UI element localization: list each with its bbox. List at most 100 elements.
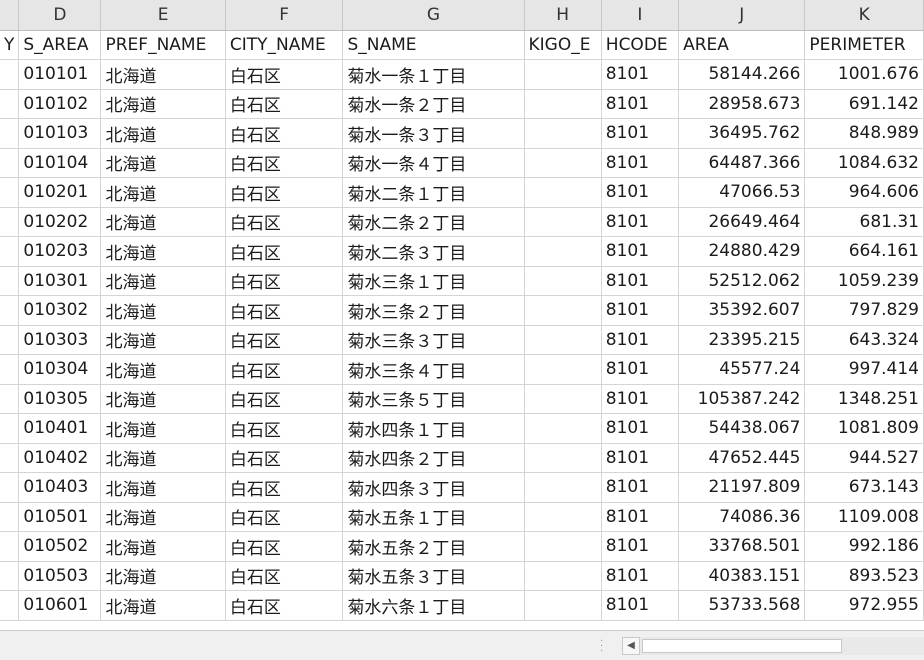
pref-name-cell[interactable]: 北海道 <box>100 384 226 414</box>
column-letter-d[interactable]: D <box>18 0 102 31</box>
pref-name-cell[interactable]: 北海道 <box>100 177 226 208</box>
cell-col-c[interactable] <box>0 59 20 90</box>
pref-name-cell[interactable]: 北海道 <box>100 443 226 473</box>
cell-col-c[interactable] <box>0 236 20 267</box>
area-cell[interactable]: 64487.366 <box>678 148 806 178</box>
column-letter-i[interactable]: I <box>601 0 680 31</box>
hcode-cell[interactable]: 8101 <box>601 207 680 237</box>
header-cell[interactable]: S_NAME <box>342 30 525 60</box>
pref-name-cell[interactable]: 北海道 <box>100 295 226 326</box>
pref-name-cell[interactable]: 北海道 <box>100 207 226 237</box>
cell-col-c[interactable] <box>0 354 20 385</box>
city-name-cell[interactable]: 白石区 <box>225 295 344 326</box>
s-area-cell[interactable]: 010203 <box>18 236 102 267</box>
header-cell[interactable]: CITY_NAME <box>225 30 344 60</box>
kigo-e-cell[interactable] <box>524 59 602 90</box>
kigo-e-cell[interactable] <box>524 354 602 385</box>
kigo-e-cell[interactable] <box>524 207 602 237</box>
hcode-cell[interactable]: 8101 <box>601 354 680 385</box>
s-name-cell[interactable]: 菊水五条３丁目 <box>342 561 525 591</box>
area-cell[interactable]: 47066.53 <box>678 177 806 208</box>
header-cell[interactable]: PREF_NAME <box>100 30 226 60</box>
s-area-cell[interactable]: 010301 <box>18 266 102 296</box>
kigo-e-cell[interactable] <box>524 236 602 267</box>
kigo-e-cell[interactable] <box>524 531 602 562</box>
s-name-cell[interactable]: 菊水三条１丁目 <box>342 266 525 296</box>
area-cell[interactable]: 52512.062 <box>678 266 806 296</box>
hcode-cell[interactable]: 8101 <box>601 118 680 149</box>
cell-col-c[interactable] <box>0 472 20 503</box>
hcode-cell[interactable]: 8101 <box>601 59 680 90</box>
column-letter-g[interactable]: G <box>342 0 525 31</box>
vertical-dots-icon[interactable]: · · · <box>600 637 606 657</box>
scrollbar-track[interactable] <box>640 637 924 655</box>
s-area-cell[interactable]: 010401 <box>18 413 102 444</box>
area-cell[interactable]: 47652.445 <box>678 443 806 473</box>
s-name-cell[interactable]: 菊水二条３丁目 <box>342 236 525 267</box>
cell-col-c[interactable] <box>0 207 20 237</box>
header-cell[interactable]: HCODE <box>601 30 680 60</box>
s-area-cell[interactable]: 010402 <box>18 443 102 473</box>
s-name-cell[interactable]: 菊水三条５丁目 <box>342 384 525 414</box>
cell-col-c[interactable] <box>0 295 20 326</box>
kigo-e-cell[interactable] <box>524 443 602 473</box>
s-name-cell[interactable]: 菊水一条３丁目 <box>342 118 525 149</box>
hcode-cell[interactable]: 8101 <box>601 236 680 267</box>
s-name-cell[interactable]: 菊水三条３丁目 <box>342 325 525 355</box>
pref-name-cell[interactable]: 北海道 <box>100 472 226 503</box>
cell-col-c[interactable] <box>0 325 20 355</box>
cell-col-c[interactable] <box>0 118 20 149</box>
area-cell[interactable]: 74086.36 <box>678 502 806 532</box>
pref-name-cell[interactable]: 北海道 <box>100 502 226 532</box>
perimeter-cell[interactable]: 691.142 <box>804 89 924 119</box>
kigo-e-cell[interactable] <box>524 413 602 444</box>
perimeter-cell[interactable]: 1001.676 <box>804 59 924 90</box>
pref-name-cell[interactable]: 北海道 <box>100 266 226 296</box>
city-name-cell[interactable]: 白石区 <box>225 502 344 532</box>
area-cell[interactable]: 105387.242 <box>678 384 806 414</box>
perimeter-cell[interactable]: 681.31 <box>804 207 924 237</box>
s-area-cell[interactable]: 010601 <box>18 590 102 621</box>
kigo-e-cell[interactable] <box>524 590 602 621</box>
hcode-cell[interactable]: 8101 <box>601 89 680 119</box>
header-cell[interactable]: PERIMETER <box>804 30 924 60</box>
s-area-cell[interactable]: 010304 <box>18 354 102 385</box>
city-name-cell[interactable]: 白石区 <box>225 59 344 90</box>
kigo-e-cell[interactable] <box>524 384 602 414</box>
pref-name-cell[interactable]: 北海道 <box>100 325 226 355</box>
perimeter-cell[interactable]: 944.527 <box>804 443 924 473</box>
perimeter-cell[interactable]: 997.414 <box>804 354 924 385</box>
triangle-left-icon[interactable]: ◀ <box>622 637 640 655</box>
city-name-cell[interactable]: 白石区 <box>225 236 344 267</box>
cell-col-c[interactable] <box>0 89 20 119</box>
s-name-cell[interactable]: 菊水三条２丁目 <box>342 295 525 326</box>
city-name-cell[interactable]: 白石区 <box>225 443 344 473</box>
perimeter-cell[interactable]: 1081.809 <box>804 413 924 444</box>
area-cell[interactable]: 24880.429 <box>678 236 806 267</box>
kigo-e-cell[interactable] <box>524 561 602 591</box>
column-letter-h[interactable]: H <box>524 0 602 31</box>
s-name-cell[interactable]: 菊水一条２丁目 <box>342 89 525 119</box>
area-cell[interactable]: 58144.266 <box>678 59 806 90</box>
city-name-cell[interactable]: 白石区 <box>225 531 344 562</box>
city-name-cell[interactable]: 白石区 <box>225 354 344 385</box>
column-letter-j[interactable]: J <box>678 0 806 31</box>
pref-name-cell[interactable]: 北海道 <box>100 561 226 591</box>
kigo-e-cell[interactable] <box>524 502 602 532</box>
column-letter-c[interactable] <box>0 0 20 31</box>
cell-col-c[interactable] <box>0 148 20 178</box>
area-cell[interactable]: 28958.673 <box>678 89 806 119</box>
cell-col-c[interactable] <box>0 384 20 414</box>
s-area-cell[interactable]: 010102 <box>18 89 102 119</box>
perimeter-cell[interactable]: 964.606 <box>804 177 924 208</box>
kigo-e-cell[interactable] <box>524 148 602 178</box>
city-name-cell[interactable]: 白石区 <box>225 325 344 355</box>
kigo-e-cell[interactable] <box>524 266 602 296</box>
hcode-cell[interactable]: 8101 <box>601 531 680 562</box>
pref-name-cell[interactable]: 北海道 <box>100 413 226 444</box>
s-area-cell[interactable]: 010101 <box>18 59 102 90</box>
s-name-cell[interactable]: 菊水一条１丁目 <box>342 59 525 90</box>
hcode-cell[interactable]: 8101 <box>601 148 680 178</box>
hcode-cell[interactable]: 8101 <box>601 177 680 208</box>
perimeter-cell[interactable]: 1059.239 <box>804 266 924 296</box>
